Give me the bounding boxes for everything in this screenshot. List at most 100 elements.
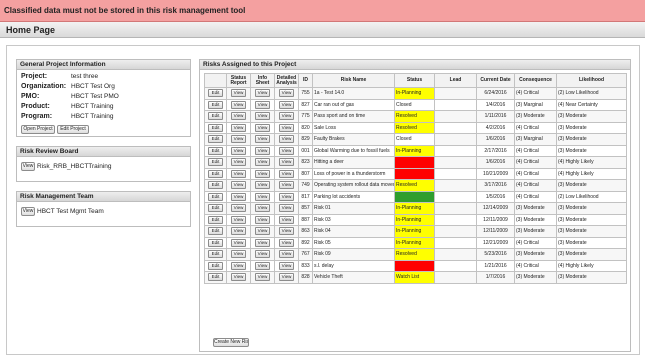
organization-row: Organization: HBCT Test Org [21, 83, 115, 90]
risk-name[interactable]: Risk 09 [312, 248, 395, 261]
view-detailed-analysis-button[interactable]: View [279, 158, 294, 167]
create-new-risk-button[interactable]: Create New Risk [213, 338, 249, 347]
edit-risk-button[interactable]: Edit [208, 273, 223, 282]
risk-name[interactable]: Car ran out of gas [312, 98, 395, 111]
view-status-report-button[interactable]: View [231, 100, 246, 109]
edit-risk-button[interactable]: Edit [208, 169, 223, 178]
view-status-report-button-cell: View [226, 110, 251, 123]
open-project-button[interactable]: Open Project [21, 125, 55, 134]
view-status-report-button[interactable]: View [231, 123, 246, 132]
view-detailed-analysis-button[interactable]: View [279, 204, 294, 213]
view-detailed-analysis-button[interactable]: View [279, 215, 294, 224]
view-status-report-button[interactable]: View [231, 146, 246, 155]
view-review-board-button[interactable]: View [21, 162, 35, 171]
view-info-sheet-button[interactable]: View [255, 238, 270, 247]
view-info-sheet-button[interactable]: View [255, 169, 270, 178]
view-status-report-button[interactable]: View [231, 204, 246, 213]
edit-risk-button[interactable]: Edit [208, 261, 223, 270]
risk-name[interactable]: Risk 03 [312, 213, 395, 226]
view-detailed-analysis-button[interactable]: View [279, 135, 294, 144]
view-detailed-analysis-button[interactable]: View [279, 123, 294, 132]
edit-risk-button[interactable]: Edit [208, 181, 223, 190]
view-mgmt-team-button[interactable]: View [21, 207, 35, 216]
edit-risk-button[interactable]: Edit [208, 238, 223, 247]
view-detailed-analysis-button[interactable]: View [279, 169, 294, 178]
view-info-sheet-button[interactable]: View [255, 215, 270, 224]
view-detailed-analysis-button[interactable]: View [279, 112, 294, 121]
view-info-sheet-button[interactable]: View [255, 250, 270, 259]
risk-name[interactable]: Faulty Brakes [312, 133, 395, 146]
risk-name[interactable]: Parking lot accidents [312, 190, 395, 203]
view-detailed-analysis-button[interactable]: View [279, 192, 294, 201]
view-info-sheet-button[interactable]: View [255, 261, 270, 270]
edit-risk-button[interactable]: Edit [208, 89, 223, 98]
view-status-report-button[interactable]: View [231, 273, 246, 282]
view-info-sheet-button[interactable]: View [255, 227, 270, 236]
risk-name[interactable]: Operating system rollout data moved as [312, 179, 395, 192]
view-info-sheet-button[interactable]: View [255, 123, 270, 132]
view-status-report-button[interactable]: View [231, 261, 246, 270]
view-detailed-analysis-button[interactable]: View [279, 238, 294, 247]
edit-risk-button[interactable]: Edit [208, 250, 223, 259]
edit-risk-button[interactable]: Edit [208, 215, 223, 224]
risk-name[interactable]: Hitting a deer [312, 156, 395, 169]
view-info-sheet-button[interactable]: View [255, 89, 270, 98]
edit-risk-button[interactable]: Edit [208, 204, 223, 213]
risk-name[interactable]: Risk 04 [312, 225, 395, 238]
risk-id: 827 [298, 98, 313, 111]
view-status-report-button[interactable]: View [231, 169, 246, 178]
view-status-report-button[interactable]: View [231, 135, 246, 144]
pmo-row: PMO: HBCT Test PMO [21, 93, 119, 100]
view-status-report-button[interactable]: View [231, 215, 246, 224]
view-detailed-analysis-button[interactable]: View [279, 227, 294, 236]
edit-risk-button[interactable]: Edit [208, 100, 223, 109]
view-info-sheet-button[interactable]: View [255, 273, 270, 282]
view-info-sheet-button[interactable]: View [255, 146, 270, 155]
view-detailed-analysis-button[interactable]: View [279, 250, 294, 259]
risk-name[interactable]: 1a - Test 14.0 [312, 87, 395, 100]
view-info-sheet-button[interactable]: View [255, 181, 270, 190]
review-board-name[interactable]: Risk_RRB_HBCTTraining [37, 163, 112, 170]
risk-name[interactable]: Risk 05 [312, 236, 395, 249]
edit-risk-button[interactable]: Edit [208, 112, 223, 121]
risk-name[interactable]: Vehicle Theft [312, 271, 395, 284]
view-status-report-button[interactable]: View [231, 238, 246, 247]
view-info-sheet-button[interactable]: View [255, 112, 270, 121]
edit-risk-button[interactable]: Edit [208, 123, 223, 132]
view-status-report-button[interactable]: View [231, 192, 246, 201]
view-status-report-button[interactable]: View [231, 250, 246, 259]
view-detailed-analysis-button[interactable]: View [279, 261, 294, 270]
view-detailed-analysis-button[interactable]: View [279, 100, 294, 109]
mgmt-team-name[interactable]: HBCT Test Mgmt Team [37, 208, 104, 215]
edit-project-button[interactable]: Edit Project [57, 125, 89, 134]
risk-status: In-Planning [394, 144, 435, 157]
edit-risk-button[interactable]: Edit [208, 158, 223, 167]
risk-name[interactable]: Pass sport and on time [312, 110, 395, 123]
view-info-sheet-button[interactable]: View [255, 158, 270, 167]
view-detailed-analysis-button[interactable]: View [279, 181, 294, 190]
risk-name[interactable]: Loss of power in a thunderstorm [312, 167, 395, 180]
view-detailed-analysis-button[interactable]: View [279, 273, 294, 282]
view-status-report-button[interactable]: View [231, 89, 246, 98]
view-status-report-button[interactable]: View [231, 112, 246, 121]
risk-name[interactable]: Sale Loss [312, 121, 395, 134]
risk-current-date: 12/11/2009 [476, 225, 515, 238]
edit-risk-button[interactable]: Edit [208, 227, 223, 236]
view-info-sheet-button[interactable]: View [255, 135, 270, 144]
view-status-report-button[interactable]: View [231, 227, 246, 236]
view-info-sheet-button-cell: View [250, 87, 275, 100]
risk-name[interactable]: Risk 01 [312, 202, 395, 215]
view-info-sheet-button[interactable]: View [255, 100, 270, 109]
view-info-sheet-button[interactable]: View [255, 204, 270, 213]
edit-risk-button[interactable]: Edit [208, 135, 223, 144]
view-detailed-analysis-button[interactable]: View [279, 146, 294, 155]
edit-risk-button[interactable]: Edit [208, 192, 223, 201]
edit-risk-button[interactable]: Edit [208, 146, 223, 155]
view-detailed-analysis-button[interactable]: View [279, 89, 294, 98]
view-status-report-button[interactable]: View [231, 158, 246, 167]
view-status-report-button[interactable]: View [231, 181, 246, 190]
view-info-sheet-button[interactable]: View [255, 192, 270, 201]
view-detailed-analysis-button-cell: View [274, 133, 299, 146]
risk-name[interactable]: Global Warming due to fossil fuels [312, 144, 395, 157]
risk-name[interactable]: s.l. delay [312, 259, 395, 272]
